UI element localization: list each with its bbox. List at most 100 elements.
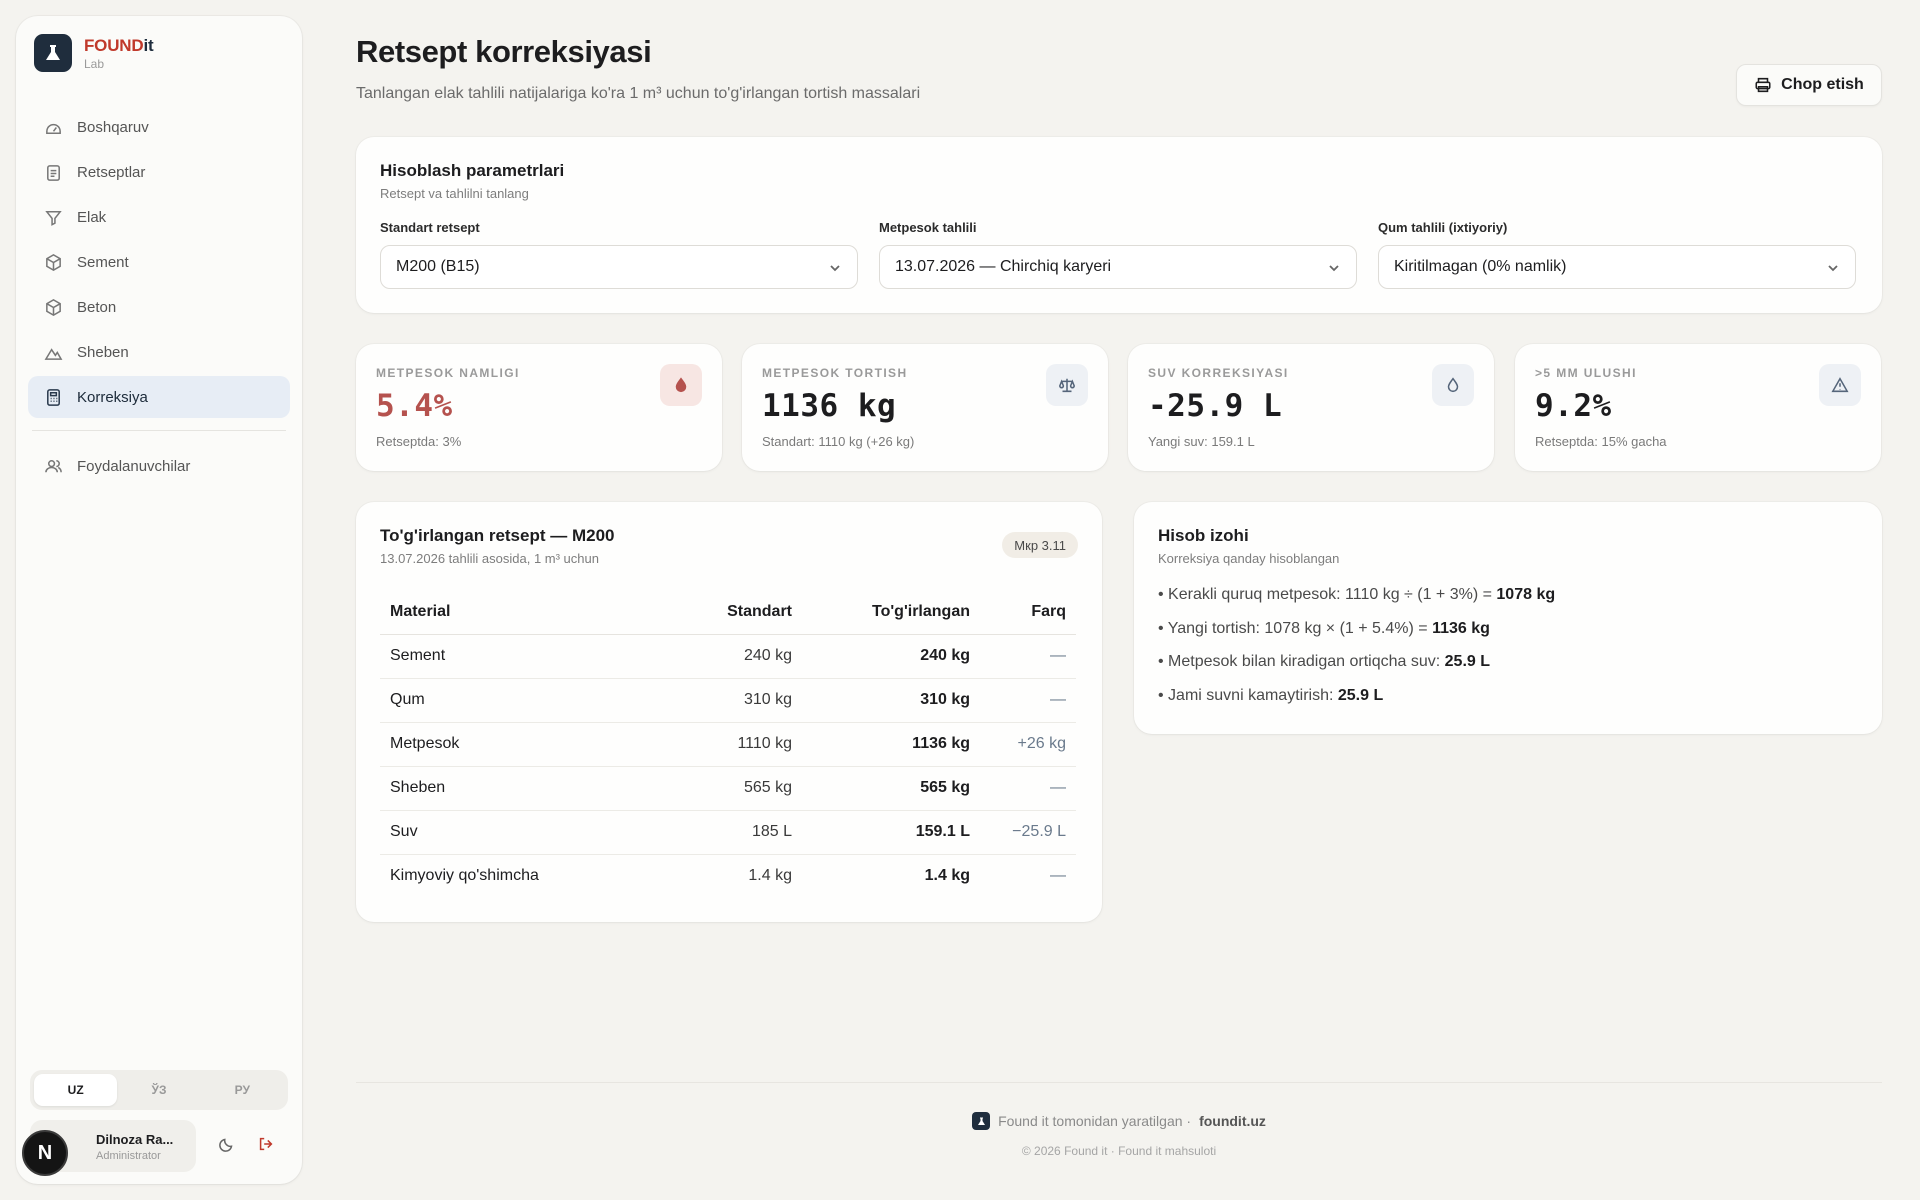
logout-icon [259,1137,273,1151]
sidebar-item-sement[interactable]: Sement [28,241,290,283]
table-row: Sement 240 kg 240 kg — [380,634,1076,679]
lang-uz-cyrillic-button[interactable]: ЎЗ [117,1074,200,1106]
metpesok-analysis-value: 13.07.2026 — Chirchiq karyeri [895,258,1112,275]
sidebar-item-label: Sheben [77,343,129,361]
table-row: Suv 185 L 159.1 L −25.9 L [380,810,1076,855]
stat-card-metpesok-moisture: METPESOK NAMLIGI 5.4% Retseptda: 3% [356,344,722,471]
sidebar-item-label: Foydalanuvchilar [77,457,191,475]
sidebar-item-foydalanuvchilar[interactable]: Foydalanuvchilar [28,445,290,487]
sidebar-item-retseptlar[interactable]: Retseptlar [28,151,290,193]
droplet-icon [1432,364,1474,406]
recipe-subtitle: 13.07.2026 tahlili asosida, 1 m³ uchun [380,551,599,566]
column-header: Standart [680,590,802,635]
avatar[interactable]: N [22,1130,68,1176]
mountain-icon [44,347,63,360]
scale-icon [1046,364,1088,406]
stat-card-water-correction: SUV KORREKSIYASI -25.9 L Yangi suv: 159.… [1128,344,1494,471]
standard-cell: 1.4 kg [748,867,792,885]
sidebar-item-label: Retseptlar [77,163,146,181]
column-header: Material [380,590,680,635]
stat-note: Standart: 1110 kg (+26 kg) [762,434,915,449]
user-role: Administrator [96,1150,161,1162]
fineness-badge: Мкр 3.11 [1002,532,1078,558]
sidebar-item-beton[interactable]: Beton [28,286,290,328]
list-item: • Yangi tortish: 1078 kg × (1 + 5.4%) = … [1158,619,1490,637]
stat-value: 5.4% [376,388,453,424]
stat-label: METPESOK TORTISH [762,366,908,380]
chevron-down-icon [1828,265,1838,272]
explanation-list: • Kerakli quruq metpesok: 1110 kg ÷ (1 +… [1158,586,1555,720]
table-row: Sheben 565 kg 565 kg — [380,766,1076,811]
dashboard-icon [46,123,61,134]
sidebar-item-elak[interactable]: Elak [28,196,290,238]
brand-subtitle: Lab [84,56,105,71]
logout-button[interactable] [251,1129,281,1159]
footer-site-link[interactable]: foundit.uz [1199,1113,1266,1129]
printer-icon [1755,77,1771,93]
theme-toggle-button[interactable] [212,1129,242,1159]
brand[interactable]: FOUNDit Lab [34,34,154,72]
corrected-cell: 1136 kg [802,722,980,767]
params-subtitle: Retsept va tahlilni tanlang [380,186,529,201]
stat-note: Retseptda: 3% [376,434,462,449]
standard-cell: 565 kg [680,766,802,811]
table-header-row: Material Standart To'g'irlangan Farq [380,590,1076,635]
params-card: Hisoblash parametrlari Retsept va tahlil… [356,137,1882,313]
calculator-icon [47,388,60,406]
language-switcher: UZ ЎЗ РУ [30,1070,288,1110]
material-cell: Qum [380,678,680,723]
sand-analysis-label: Qum tahlili (ixtiyoriy) [1378,220,1508,235]
difference-cell: — [980,678,1076,723]
sidebar-item-korreksiya[interactable]: Korreksiya [28,376,290,418]
metpesok-analysis-label: Metpesok tahlili [879,220,977,235]
difference-cell: — [980,766,1076,811]
stat-note: Retseptda: 15% gacha [1535,434,1667,449]
stat-value: 9.2% [1535,388,1612,424]
sand-analysis-select[interactable]: Kiritilmagan (0% namlik) [1378,245,1856,289]
table-row: Metpesok 1110 kg 1136 kg +26 kg [380,722,1076,767]
column-header: To'g'irlangan [802,590,980,635]
print-button-label: Chop etish [1781,76,1864,93]
sidebar-item-sheben[interactable]: Sheben [28,331,290,373]
warning-icon [1819,364,1861,406]
moon-icon [219,1138,233,1152]
stat-note: Yangi suv: 159.1 L [1148,434,1255,449]
clipboard-icon [47,164,60,181]
footer-made-by: Found it tomonidan yaratilgan · [998,1113,1192,1129]
stat-label: >5 MM ULUSHI [1535,366,1637,380]
lang-uz-button[interactable]: UZ [34,1074,118,1106]
difference-cell: +26 kg [980,722,1076,767]
explanation-subtitle: Korreksiya qanday hisoblangan [1158,551,1340,566]
lang-ru-button[interactable]: РУ [201,1074,284,1106]
footer: Found it tomonidan yaratilgan · foundit.… [356,1112,1882,1130]
droplet-filled-icon [660,364,702,406]
standard-recipe-label: Standart retsept [380,220,480,235]
list-item: • Metpesok bilan kiradigan ortiqcha suv:… [1158,653,1490,670]
corrected-recipe-card: To'g'irlangan retsept — M200 13.07.2026 … [356,502,1102,922]
cube-icon [46,298,61,316]
sidebar-item-boshqaruv[interactable]: Boshqaruv [28,106,290,148]
material-cell: Metpesok [380,722,680,767]
box-icon [46,253,61,271]
table-row: Kimyoviy qo'shimcha 1.4 kg 1.4 kg — [380,854,1076,898]
stat-label: METPESOK NAMLIGI [376,366,520,380]
print-button[interactable]: Chop etish [1736,64,1882,106]
footer-copyright: © 2026 Found it · Found it mahsuloti [1021,1144,1217,1158]
stat-value: -25.9 L [1148,388,1283,424]
corrected-cell: 159.1 L [802,810,980,855]
sidebar-item-label: Elak [77,208,107,226]
stat-label: SUV KORREKSIYASI [1148,366,1289,380]
metpesok-analysis-select[interactable]: 13.07.2026 — Chirchiq karyeri [879,245,1357,289]
difference-cell: — [980,634,1076,679]
standard-cell: 185 L [680,810,802,855]
material-cell: Kimyoviy qo'shimcha [390,867,539,885]
standard-cell: 1110 kg [680,722,802,767]
list-item: • Jami suvni kamaytirish: 25.9 L [1158,686,1384,704]
brand-name: FOUNDit [84,35,154,55]
material-cell: Sement [380,634,680,679]
corrected-cell: 1.4 kg [924,867,970,885]
sidebar: FOUNDit Lab Boshqaruv Retseptlar Elak Se… [16,16,302,1184]
difference-cell: — [1050,867,1066,885]
corrected-cell: 310 kg [802,678,980,723]
standard-recipe-select[interactable]: M200 (B15) [380,245,858,289]
